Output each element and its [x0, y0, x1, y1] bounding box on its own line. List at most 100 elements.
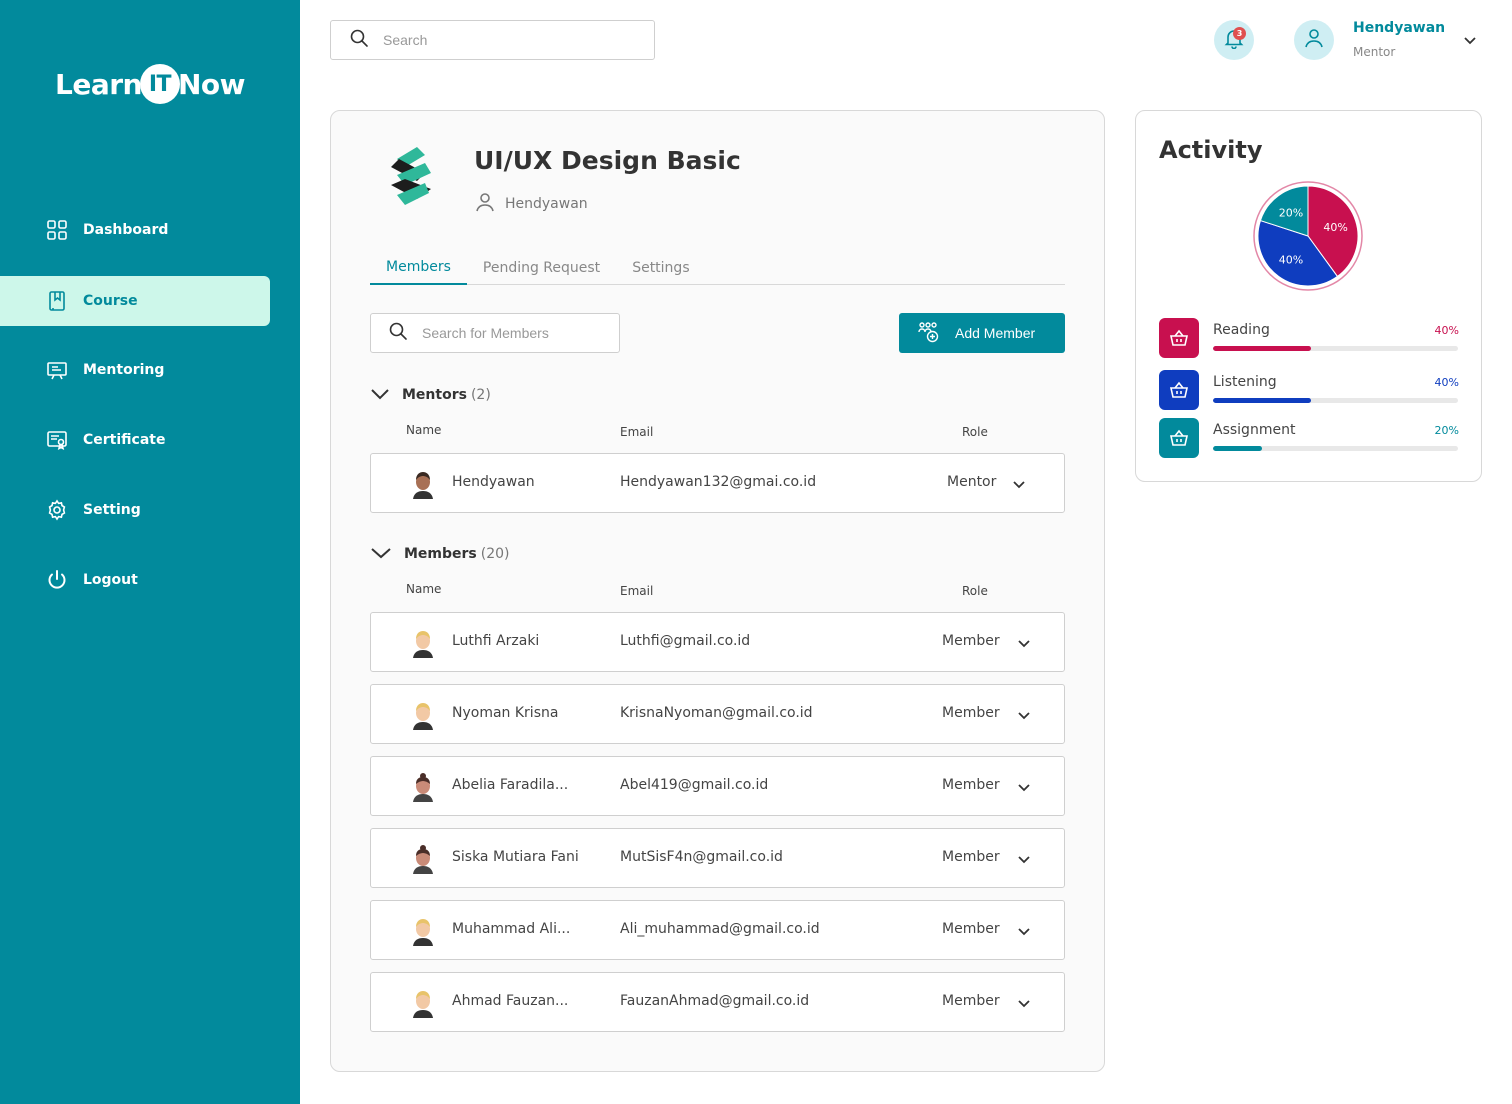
member-role[interactable]: Member — [942, 993, 1000, 1009]
table-row[interactable]: Muhammad Ali... Ali_muhammad@gmail.co.id… — [370, 900, 1065, 960]
activity-item-assignment: Assignment 20% — [1159, 418, 1459, 458]
members-section-toggle[interactable]: Members (20) — [370, 542, 510, 566]
sidebar-item-label: Logout — [83, 572, 138, 588]
chevron-down-icon[interactable] — [1016, 995, 1032, 1011]
activity-item-listening: Listening 40% — [1159, 370, 1459, 410]
notification-badge: 3 — [1233, 27, 1246, 40]
add-group-icon — [917, 321, 955, 346]
power-icon — [46, 569, 68, 591]
chevron-down-icon[interactable] — [1016, 635, 1032, 651]
member-role[interactable]: Mentor — [947, 474, 996, 490]
sidebar-item-course[interactable]: Course — [0, 276, 270, 326]
mentors-section-toggle[interactable]: Mentors (2) — [370, 383, 491, 407]
tab-members[interactable]: Members — [370, 250, 467, 285]
sidebar-item-setting[interactable]: Setting — [0, 485, 270, 535]
sidebar-item-mentoring[interactable]: Mentoring — [0, 345, 270, 395]
member-role[interactable]: Member — [942, 921, 1000, 937]
column-header-email: Email — [620, 425, 654, 439]
basket-icon — [1159, 370, 1199, 410]
member-name: Nyoman Krisna — [452, 705, 559, 721]
table-row[interactable]: Abelia Faradila... Abel419@gmail.co.id M… — [370, 756, 1065, 816]
activity-percent: 40% — [1434, 376, 1459, 389]
activity-percent: 20% — [1434, 424, 1459, 437]
member-role[interactable]: Member — [942, 705, 1000, 721]
column-header-name: Name — [406, 582, 442, 596]
member-name: Luthfi Arzaki — [452, 633, 540, 649]
avatar — [409, 988, 437, 1018]
member-email: FauzanAhmad@gmail.co.id — [620, 993, 810, 1009]
column-header-email: Email — [620, 584, 654, 598]
member-search[interactable] — [370, 313, 620, 353]
user-avatar[interactable] — [1294, 20, 1334, 60]
sidebar-item-certificate[interactable]: Certificate — [0, 415, 270, 465]
sidebar-item-dashboard[interactable]: Dashboard — [0, 205, 270, 255]
brand-logo[interactable]: Learn IT Now — [55, 62, 246, 106]
column-header-role: Role — [962, 584, 988, 598]
member-email: Luthfi@gmail.co.id — [620, 633, 751, 649]
sidebar-item-logout[interactable]: Logout — [0, 555, 270, 605]
table-row[interactable]: Luthfi Arzaki Luthfi@gmail.co.id Member — [370, 612, 1065, 672]
basket-icon — [1159, 418, 1199, 458]
chevron-down-icon[interactable] — [1016, 779, 1032, 795]
activity-item-reading: Reading 40% — [1159, 318, 1459, 358]
sidebar-item-label: Course — [83, 293, 138, 309]
sidebar-item-label: Setting — [83, 502, 141, 518]
course-mentor: Hendyawan — [474, 191, 588, 217]
add-member-label: Add Member — [955, 325, 1036, 341]
activity-label: Assignment — [1213, 422, 1296, 438]
avatar — [409, 469, 437, 499]
chevron-down-icon[interactable] — [1011, 476, 1027, 492]
table-row[interactable]: Ahmad Fauzan... FauzanAhmad@gmail.co.id … — [370, 972, 1065, 1032]
course-logo-icon — [385, 143, 437, 213]
chevron-down-icon — [370, 383, 390, 407]
member-email: MutSisF4n@gmail.co.id — [620, 849, 783, 865]
member-role[interactable]: Member — [942, 633, 1000, 649]
mentors-section-label: Mentors — [402, 387, 467, 403]
add-member-button[interactable]: Add Member — [899, 313, 1065, 353]
course-tabs: Members Pending Request Settings — [370, 250, 1065, 285]
book-icon — [46, 290, 68, 312]
course-mentor-name: Hendyawan — [505, 196, 588, 212]
sidebar: Learn IT Now Dashboard Course Mentoring … — [0, 0, 300, 1104]
progress-track — [1213, 398, 1458, 403]
members-section-count: (20) — [480, 546, 510, 562]
chevron-down-icon[interactable] — [1462, 32, 1478, 48]
member-name: Muhammad Ali... — [452, 921, 571, 937]
table-row[interactable]: Siska Mutiara Fani MutSisF4n@gmail.co.id… — [370, 828, 1065, 888]
global-search[interactable] — [330, 20, 655, 60]
chevron-down-icon[interactable] — [1016, 851, 1032, 867]
chevron-down-icon — [370, 542, 392, 566]
member-email: Hendyawan132@gmai.co.id — [620, 474, 817, 490]
search-icon — [349, 28, 369, 52]
progress-fill — [1213, 398, 1311, 403]
member-search-input[interactable] — [422, 325, 619, 341]
member-role[interactable]: Member — [942, 777, 1000, 793]
tab-settings[interactable]: Settings — [616, 250, 705, 285]
chevron-down-icon[interactable] — [1016, 707, 1032, 723]
member-email: Abel419@gmail.co.id — [620, 777, 769, 793]
search-icon — [388, 321, 408, 345]
notification-button[interactable]: 3 — [1214, 20, 1254, 60]
progress-track — [1213, 346, 1458, 351]
table-row[interactable]: Hendyawan Hendyawan132@gmai.co.id Mentor — [370, 453, 1065, 513]
avatar — [409, 772, 437, 802]
tab-pending-request[interactable]: Pending Request — [467, 250, 616, 285]
members-section-label: Members — [404, 546, 477, 562]
activity-pie-chart: 40% 40% 20% — [1253, 181, 1363, 291]
activity-label: Listening — [1213, 374, 1277, 390]
activity-label: Reading — [1213, 322, 1270, 338]
gear-icon — [46, 499, 68, 521]
chevron-down-icon[interactable] — [1016, 923, 1032, 939]
user-icon — [474, 191, 505, 217]
sidebar-item-label: Certificate — [83, 432, 166, 448]
brand-text-mid: IT — [139, 64, 180, 104]
member-role[interactable]: Member — [942, 849, 1000, 865]
avatar — [409, 844, 437, 874]
avatar — [409, 916, 437, 946]
user-name: Hendyawan — [1353, 20, 1446, 36]
sidebar-item-label: Mentoring — [83, 362, 165, 378]
table-row[interactable]: Nyoman Krisna KrisnaNyoman@gmail.co.id M… — [370, 684, 1065, 744]
member-email: KrisnaNyoman@gmail.co.id — [620, 705, 813, 721]
search-input[interactable] — [383, 32, 603, 48]
member-email: Ali_muhammad@gmail.co.id — [620, 921, 820, 937]
